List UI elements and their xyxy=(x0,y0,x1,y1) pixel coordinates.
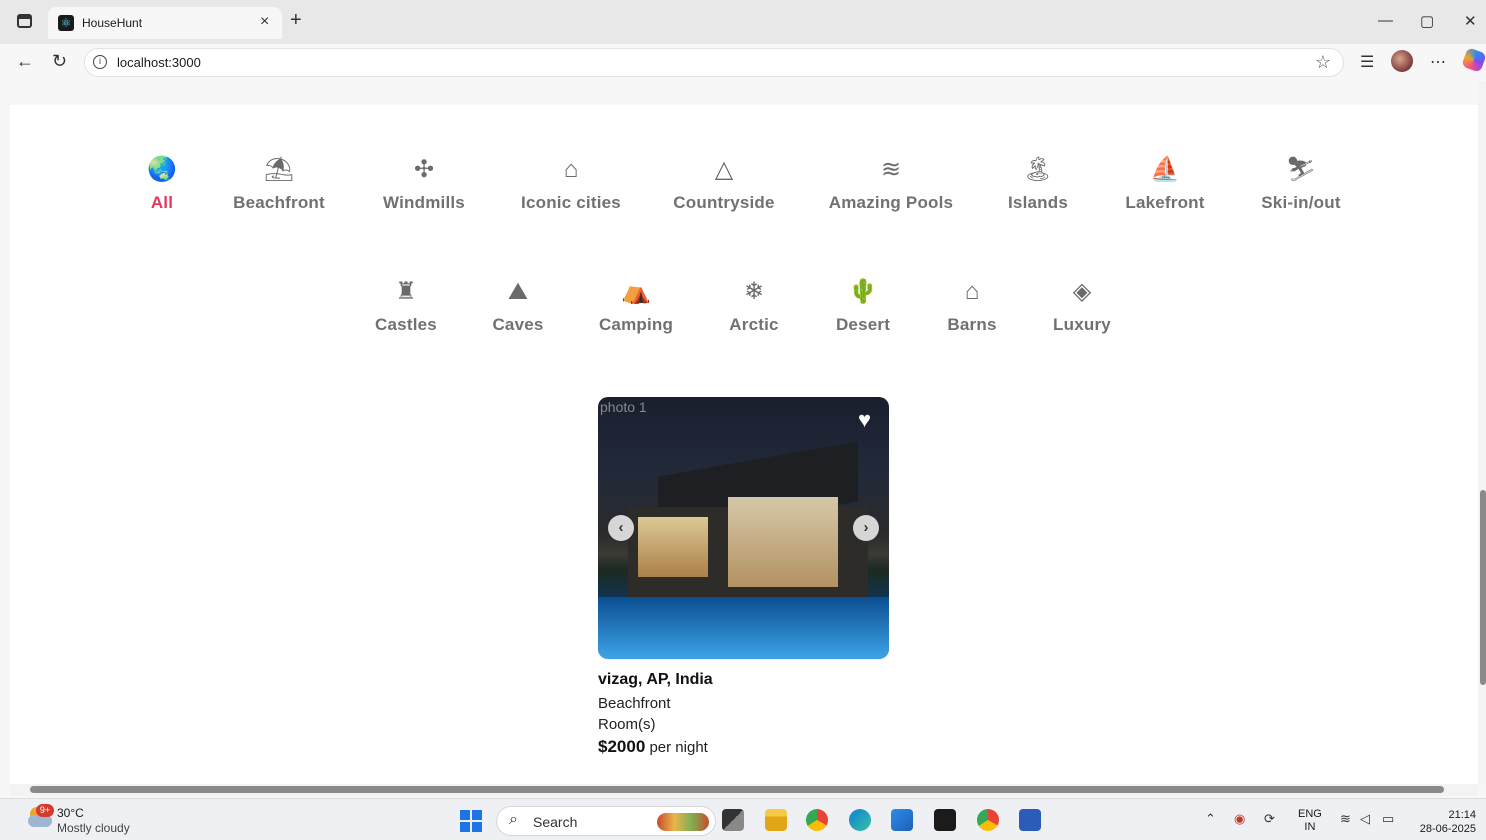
horizontal-scrollbar-thumb[interactable] xyxy=(30,786,1444,793)
search-label: Search xyxy=(533,814,578,830)
refresh-icon[interactable]: ↻ xyxy=(52,51,67,72)
close-window-icon[interactable]: ✕ xyxy=(1464,12,1477,30)
category-label: Countryside xyxy=(673,193,775,212)
prev-photo-button[interactable]: ‹ xyxy=(608,515,634,541)
category-label: Iconic cities xyxy=(521,193,621,212)
edge-icon[interactable] xyxy=(849,809,871,831)
category-luxury[interactable]: ◈ Luxury xyxy=(1012,277,1152,335)
category-countryside[interactable]: △ Countryside xyxy=(654,155,794,213)
new-tab-icon[interactable]: + xyxy=(290,10,302,30)
category-amazing-pools[interactable]: ≋ Amazing Pools xyxy=(821,155,961,213)
browser-tab-bar: ⚛ HouseHunt × + — ▢ ✕ xyxy=(0,0,1486,44)
photo-window xyxy=(638,517,708,577)
tab-close-icon[interactable]: × xyxy=(260,13,269,31)
lake-icon: ⛵ xyxy=(1150,156,1180,183)
category-beachfront[interactable]: ⛱ Beachfront xyxy=(209,155,349,213)
search-icon: ⌕ xyxy=(509,811,518,828)
page-viewport: 🌏 All ⛱ Beachfront ✣ Windmills ⌂ Iconic … xyxy=(10,81,1478,784)
skiing-icon: ⛷ xyxy=(1285,156,1317,183)
file-explorer-icon[interactable] xyxy=(765,809,787,831)
wifi-icon[interactable]: ≋ xyxy=(1340,811,1351,827)
weather-temperature[interactable]: 30°C xyxy=(57,806,84,820)
category-label: Ski-in/out xyxy=(1261,193,1341,212)
language-indicator[interactable]: ENG IN xyxy=(1298,808,1322,834)
listing-type: Room(s) xyxy=(598,716,656,733)
system-clock[interactable]: 21:14 28-06-2025 xyxy=(1414,808,1476,836)
city-icon: ⌂ xyxy=(563,156,579,183)
diamond-icon: ◈ xyxy=(1072,278,1092,305)
umbrella-icon: ⛱ xyxy=(263,156,295,183)
listing-photo[interactable]: photo 1 ♥ ‹ › xyxy=(598,397,889,659)
browser-tab[interactable]: ⚛ HouseHunt × xyxy=(48,7,282,39)
react-favicon-icon: ⚛ xyxy=(58,15,74,31)
category-windmills[interactable]: ✣ Windmills xyxy=(354,155,494,213)
category-label: Windmills xyxy=(383,193,465,212)
tab-actions-icon[interactable] xyxy=(17,14,32,28)
region-code: IN xyxy=(1304,821,1316,833)
word-icon[interactable] xyxy=(1019,809,1041,831)
profile-avatar[interactable] xyxy=(1391,50,1413,72)
back-icon[interactable]: ← xyxy=(16,51,34,72)
chrome-profile-icon[interactable] xyxy=(977,809,999,831)
favorite-star-icon[interactable]: ☆ xyxy=(1315,52,1331,73)
category-ski-in-out[interactable]: ⛷ Ski-in/out xyxy=(1231,155,1371,213)
tray-app-icon[interactable]: ◉ xyxy=(1234,811,1245,827)
photo-window xyxy=(728,497,838,587)
next-photo-button[interactable]: › xyxy=(853,515,879,541)
maximize-icon[interactable]: ▢ xyxy=(1420,12,1434,30)
category-label: Islands xyxy=(1008,193,1068,212)
category-iconic-cities[interactable]: ⌂ Iconic cities xyxy=(501,155,641,213)
weather-description[interactable]: Mostly cloudy xyxy=(57,821,130,835)
mountain-icon: △ xyxy=(714,156,734,183)
price-amount: $2000 xyxy=(598,737,646,756)
windmill-icon: ✣ xyxy=(413,156,435,183)
favorites-icon[interactable]: ☰ xyxy=(1360,52,1374,72)
clock-date: 28-06-2025 xyxy=(1419,823,1476,835)
language-code: ENG xyxy=(1298,808,1322,820)
pool-icon: ≋ xyxy=(880,156,902,183)
price-suffix: per night xyxy=(649,739,708,756)
island-icon: 🏝 xyxy=(1022,156,1054,183)
category-label: Amazing Pools xyxy=(828,193,954,212)
chrome-icon[interactable] xyxy=(806,809,828,831)
search-highlight-icon xyxy=(657,813,709,831)
minimize-icon[interactable]: — xyxy=(1378,12,1393,29)
taskbar-search[interactable]: ⌕ Search xyxy=(496,806,716,836)
clock-time: 21:14 xyxy=(1448,809,1476,821)
windows-start-icon[interactable] xyxy=(460,810,482,832)
page-header-strip xyxy=(10,81,1478,105)
photo-pool xyxy=(598,597,889,659)
terminal-icon[interactable] xyxy=(934,809,956,831)
category-lakefront[interactable]: ⛵ Lakefront xyxy=(1095,155,1235,213)
tray-sync-icon[interactable]: ⟳ xyxy=(1264,811,1275,827)
windows-taskbar: 9+ 30°C Mostly cloudy ⌕ Search ⌃ ◉ ⟳ ENG… xyxy=(0,798,1486,840)
tab-title: HouseHunt xyxy=(82,16,143,30)
vscode-icon[interactable] xyxy=(891,809,913,831)
listing-category: Beachfront xyxy=(598,695,671,712)
wishlist-heart-icon[interactable]: ♥ xyxy=(858,407,871,433)
volume-icon[interactable]: ◁ xyxy=(1360,811,1370,827)
task-view-icon[interactable] xyxy=(722,809,744,831)
site-info-icon[interactable]: i xyxy=(93,55,107,69)
battery-icon[interactable]: ▭ xyxy=(1382,811,1394,827)
category-label: Beachfront xyxy=(233,193,325,212)
category-label: Luxury xyxy=(1053,315,1111,334)
weather-badge: 9+ xyxy=(36,804,54,817)
more-options-icon[interactable]: ⋯ xyxy=(1430,52,1446,72)
url-text[interactable]: localhost:3000 xyxy=(117,55,201,70)
listing-location[interactable]: vizag, AP, India xyxy=(598,671,713,689)
listing-price: $2000 per night xyxy=(598,737,708,757)
address-toolbar: ← ↻ i localhost:3000 ☆ ☰ ⋯ xyxy=(0,44,1486,81)
tray-overflow-icon[interactable]: ⌃ xyxy=(1205,811,1216,827)
category-label: Lakefront xyxy=(1125,193,1205,212)
category-islands[interactable]: 🏝 Islands xyxy=(968,155,1108,213)
address-bar[interactable]: i localhost:3000 ☆ xyxy=(84,48,1344,77)
vertical-scrollbar-thumb[interactable] xyxy=(1480,490,1486,685)
image-alt-text: photo 1 xyxy=(600,399,647,415)
